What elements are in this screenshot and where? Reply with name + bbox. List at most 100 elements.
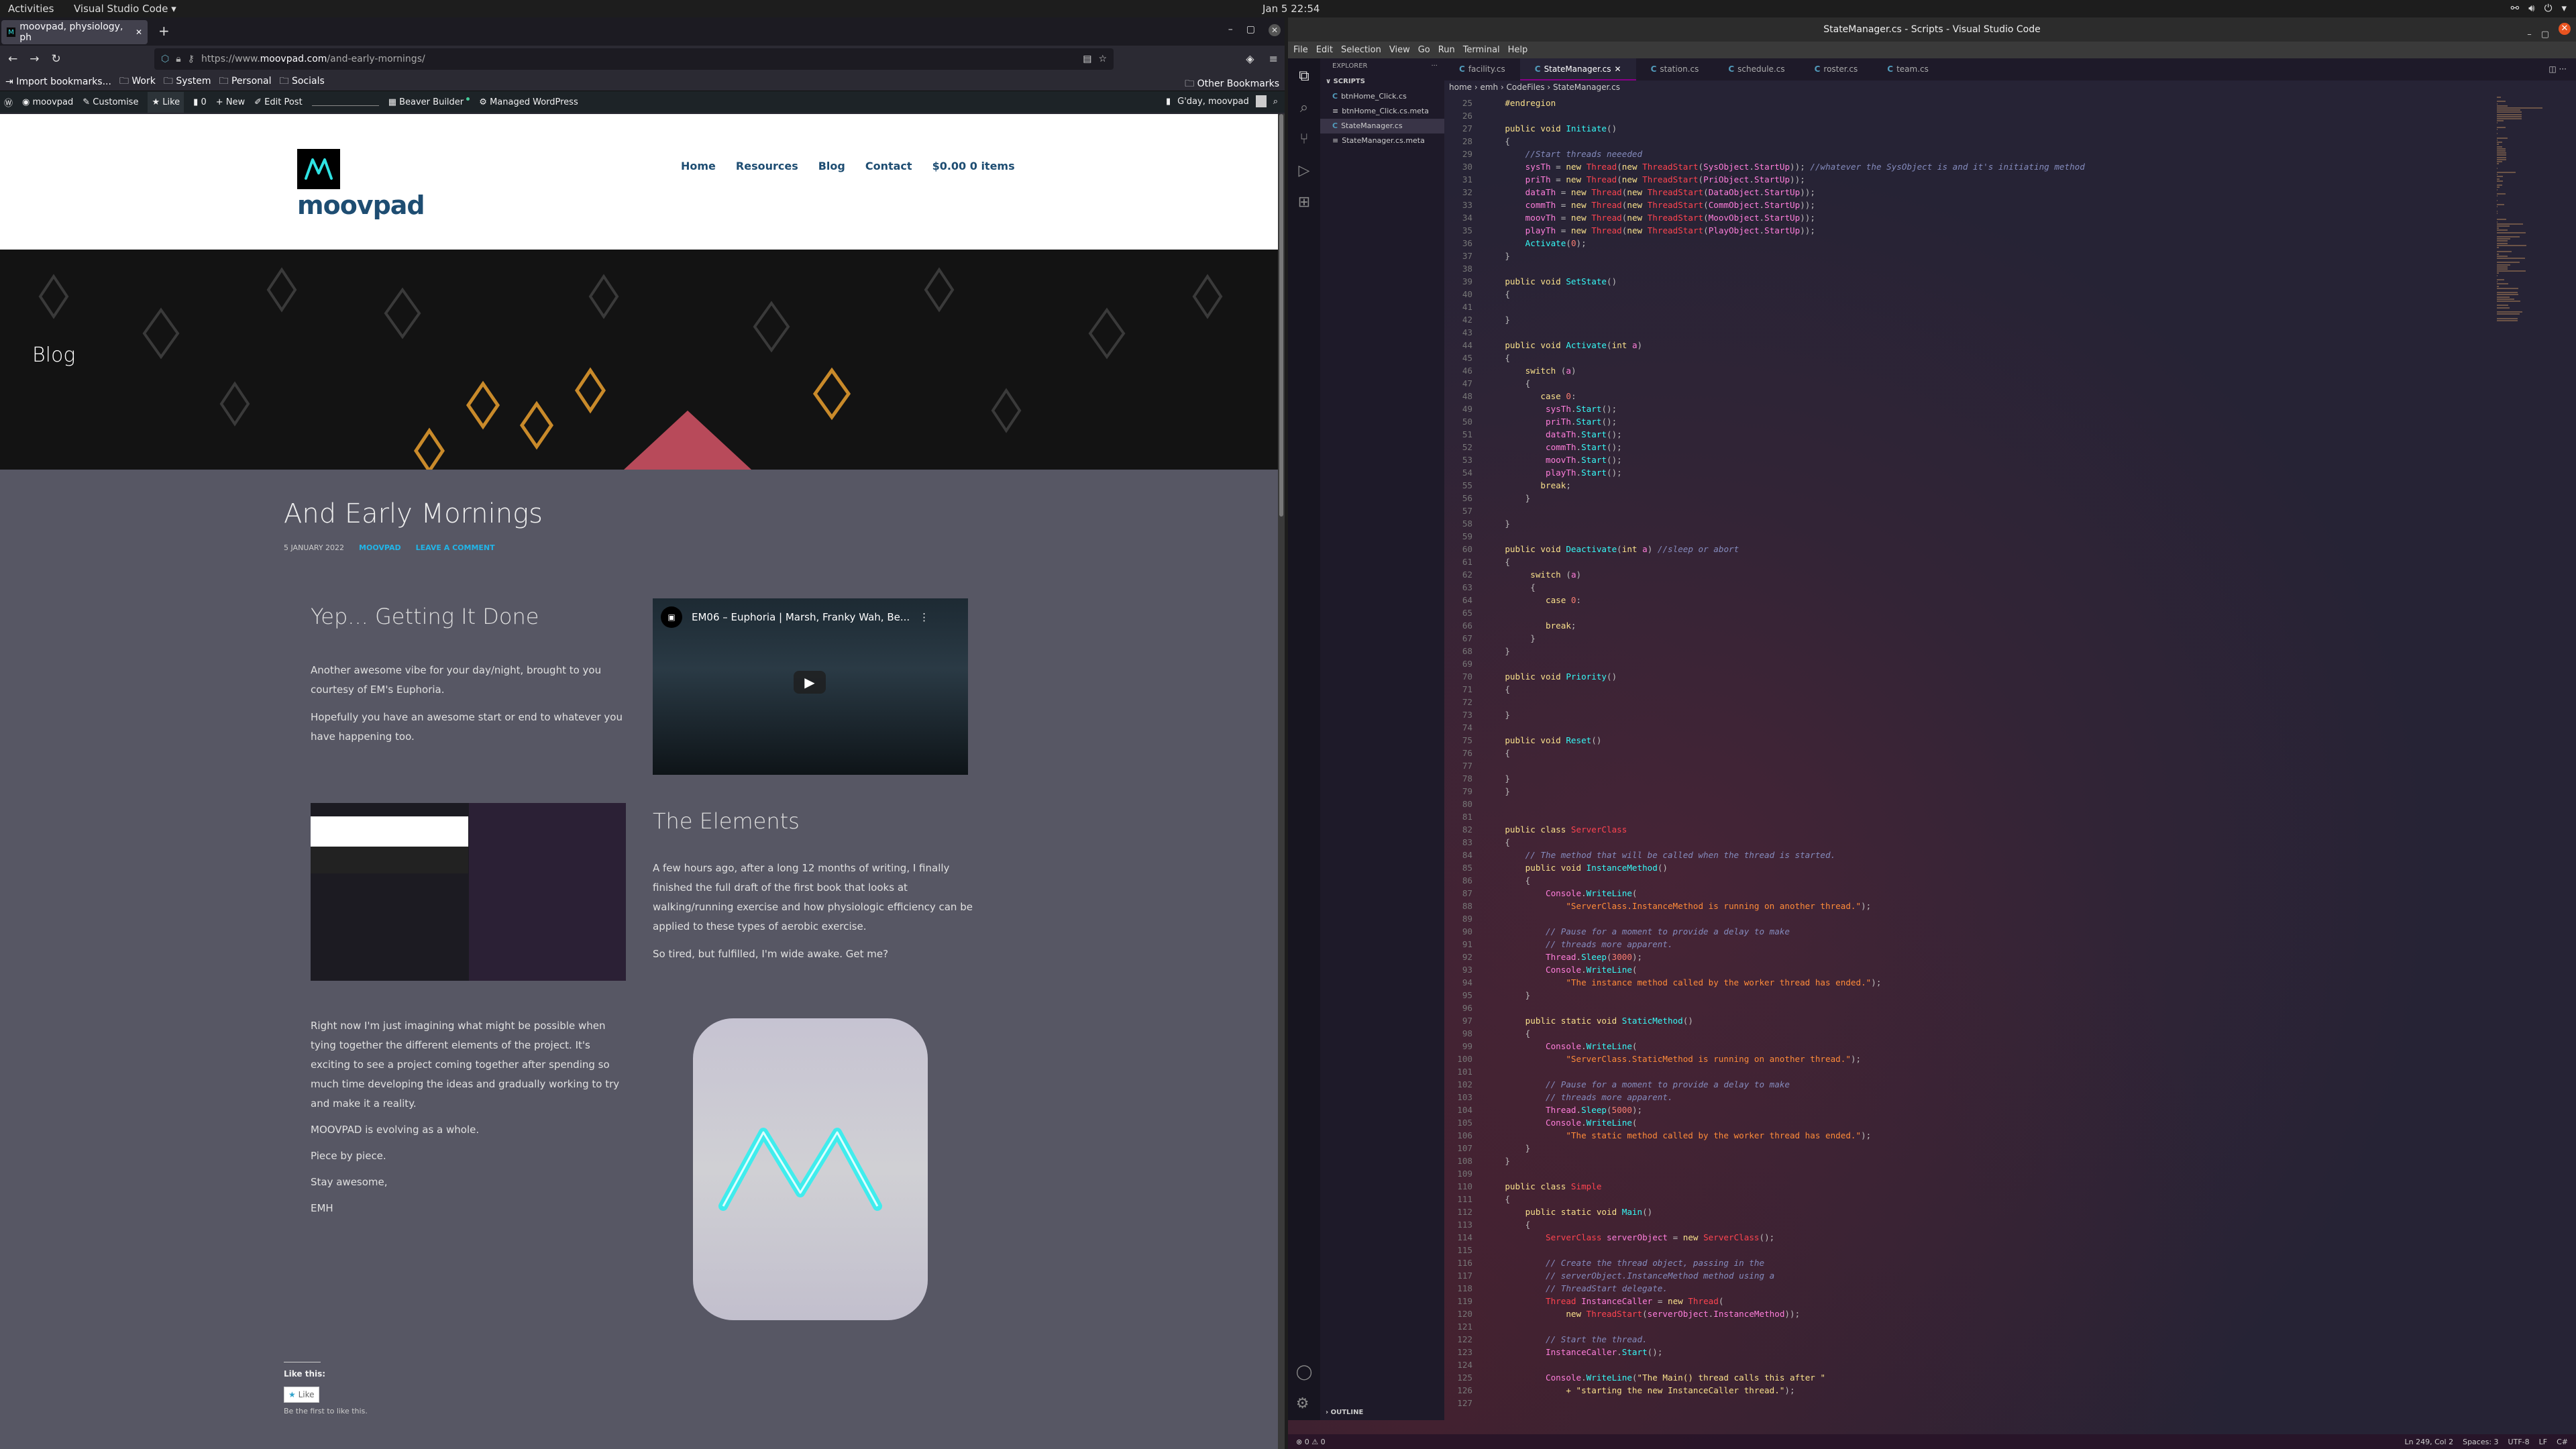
code-line[interactable]: 95 } (1444, 989, 2370, 1002)
code-line[interactable]: 121 (1444, 1320, 2370, 1333)
code-line[interactable]: 101 (1444, 1065, 2370, 1078)
settings-gear-icon[interactable]: ⚙ (1296, 1395, 1313, 1412)
code-line[interactable]: 89 (1444, 912, 2370, 925)
accounts-icon[interactable]: ◯ (1296, 1364, 1313, 1381)
code-line[interactable]: 87 Console.WriteLine( (1444, 887, 2370, 900)
forward-icon[interactable]: → (30, 52, 39, 66)
menu-go[interactable]: Go (1418, 45, 1430, 55)
reader-view-icon[interactable]: ▤ (1083, 54, 1091, 64)
code-line[interactable]: 37 } (1444, 250, 2370, 262)
close-tab-icon[interactable]: ✕ (1615, 58, 1621, 79)
code-line[interactable]: 94 "The instance method called by the wo… (1444, 976, 2370, 989)
code-line[interactable]: 30 sysTh = new Thread(new ThreadStart(Sy… (1444, 160, 2370, 173)
other-bookmarks[interactable]: 🗀 Other Bookmarks (1185, 76, 1279, 93)
youtube-embed[interactable]: ▣ EM06 – Euphoria | Marsh, Franky Wah, Be… (653, 598, 968, 775)
bookmark-folder-socials[interactable]: 🗀 Socials (280, 74, 325, 90)
code-line[interactable]: 54 playTh.Start(); (1444, 466, 2370, 479)
code-line[interactable]: 81 (1444, 810, 2370, 823)
code-line[interactable]: 105 Console.WriteLine( (1444, 1116, 2370, 1129)
code-line[interactable]: 53 moovTh.Start(); (1444, 453, 2370, 466)
code-line[interactable]: 32 dataTh = new Thread(new ThreadStart(D… (1444, 186, 2370, 199)
bookmark-star-icon[interactable]: ☆ (1098, 54, 1107, 64)
code-line[interactable]: 45 { (1444, 352, 2370, 364)
bookmark-folder-personal[interactable]: 🗀 Personal (219, 74, 272, 90)
code-line[interactable]: 28 { (1444, 135, 2370, 148)
code-line[interactable]: 74 (1444, 721, 2370, 734)
code-line[interactable]: 43 (1444, 326, 2370, 339)
minimap[interactable] (2489, 97, 2576, 1408)
code-line[interactable]: 112 public static void Main() (1444, 1205, 2370, 1218)
stats-sparkline[interactable] (311, 98, 379, 106)
code-line[interactable]: 72 (1444, 696, 2370, 708)
editor-tab[interactable]: Cschedule.cs (1713, 58, 1799, 80)
code-line[interactable]: 97 public static void StaticMethod() (1444, 1014, 2370, 1027)
status-item[interactable]: Spaces: 3 (2463, 1438, 2498, 1446)
code-line[interactable]: 107 } (1444, 1142, 2370, 1155)
close-window-button[interactable]: ✕ (2559, 23, 2571, 35)
code-line[interactable]: 52 commTh.Start(); (1444, 441, 2370, 453)
code-line[interactable]: 48 case 0: (1444, 390, 2370, 402)
code-line[interactable]: 117 // serverObject.InstanceMethod metho… (1444, 1269, 2370, 1282)
menu-contact[interactable]: Contact (865, 160, 912, 172)
menu-resources[interactable]: Resources (736, 160, 798, 172)
code-line[interactable]: 29 //Start threads neeeded (1444, 148, 2370, 160)
code-line[interactable]: 66 break; (1444, 619, 2370, 632)
code-line[interactable]: 56 } (1444, 492, 2370, 504)
code-line[interactable]: 93 Console.WriteLine( (1444, 963, 2370, 976)
avatar[interactable] (1255, 95, 1267, 107)
code-line[interactable]: 73 } (1444, 708, 2370, 721)
code-line[interactable]: 46 switch (a) (1444, 364, 2370, 377)
editor-tab[interactable]: Cteam.cs (1872, 58, 1943, 80)
site-title[interactable]: moovpad (297, 191, 425, 220)
explorer-icon[interactable]: ⧉ (1299, 68, 1309, 85)
code-line[interactable]: 111 { (1444, 1193, 2370, 1205)
code-line[interactable]: 115 (1444, 1244, 2370, 1256)
wp-site-link[interactable]: ◉ moovpad (22, 97, 73, 107)
maximize-button[interactable]: ▢ (1246, 24, 1255, 36)
code-line[interactable]: 84 // The method that will be called whe… (1444, 849, 2370, 861)
code-line[interactable]: 34 moovTh = new Thread(new ThreadStart(M… (1444, 211, 2370, 224)
code-line[interactable]: 75 public void Reset() (1444, 734, 2370, 747)
code-line[interactable]: 57 (1444, 504, 2370, 517)
code-line[interactable]: 59 (1444, 530, 2370, 543)
menu-selection[interactable]: Selection (1341, 45, 1381, 55)
hamburger-menu-icon[interactable]: ≡ (1269, 52, 1278, 65)
code-line[interactable]: 113 { (1444, 1218, 2370, 1231)
outline-section[interactable]: › OUTLINE (1326, 1409, 1363, 1416)
problems-indicator[interactable]: ⊗ 0 ⚠ 0 (1296, 1438, 1326, 1446)
code-line[interactable]: 88 "ServerClass.InstanceMethod is runnin… (1444, 900, 2370, 912)
search-icon[interactable]: ⌕ (1273, 97, 1278, 107)
code-line[interactable]: 36 Activate(0); (1444, 237, 2370, 250)
wp-new[interactable]: + New (216, 97, 245, 107)
minimize-button[interactable]: – (1228, 24, 1233, 36)
code-line[interactable]: 91 // threads more apparent. (1444, 938, 2370, 951)
code-line[interactable]: 79 } (1444, 785, 2370, 798)
run-debug-icon[interactable]: ▷ (1299, 162, 1310, 179)
code-line[interactable]: 102 // Pause for a moment to provide a d… (1444, 1078, 2370, 1091)
code-editor[interactable]: 25 #endregion 26 27 public void Initiate(… (1444, 97, 2370, 1408)
search-icon[interactable]: ⌕ (1300, 99, 1308, 116)
editor-tab[interactable]: Croster.cs (1800, 58, 1873, 80)
code-line[interactable]: 60 public void Deactivate(int a) //sleep… (1444, 543, 2370, 555)
code-line[interactable]: 78 } (1444, 772, 2370, 785)
code-line[interactable]: 108 } (1444, 1155, 2370, 1167)
code-line[interactable]: 35 playTh = new Thread(new ThreadStart(P… (1444, 224, 2370, 237)
back-icon[interactable]: ← (8, 52, 17, 66)
code-line[interactable]: 55 break; (1444, 479, 2370, 492)
play-button[interactable]: ▶ (794, 671, 826, 694)
code-line[interactable]: 98 { (1444, 1027, 2370, 1040)
code-line[interactable]: 100 "ServerClass.StaticMethod is running… (1444, 1053, 2370, 1065)
wp-beaver-builder[interactable]: ▦ Beaver Builder (388, 97, 470, 107)
code-line[interactable]: 120 new ThreadStart(serverObject.Instanc… (1444, 1307, 2370, 1320)
code-line[interactable]: 96 (1444, 1002, 2370, 1014)
close-tab-icon[interactable]: ✕ (136, 28, 142, 37)
file-item[interactable]: CbtnHome_Click.cs (1320, 89, 1444, 104)
code-line[interactable]: 51 dataTh.Start(); (1444, 428, 2370, 441)
import-bookmarks[interactable]: ⇥ Import bookmarks... (5, 76, 111, 87)
page-scrollbar[interactable] (1278, 114, 1285, 1449)
shield-icon[interactable]: ⬡ (161, 54, 169, 64)
code-line[interactable]: 58 } (1444, 517, 2370, 530)
leave-comment-link[interactable]: LEAVE A COMMENT (416, 543, 495, 552)
code-line[interactable]: 114 ServerClass serverObject = new Serve… (1444, 1231, 2370, 1244)
code-line[interactable]: 123 InstanceCaller.Start(); (1444, 1346, 2370, 1358)
